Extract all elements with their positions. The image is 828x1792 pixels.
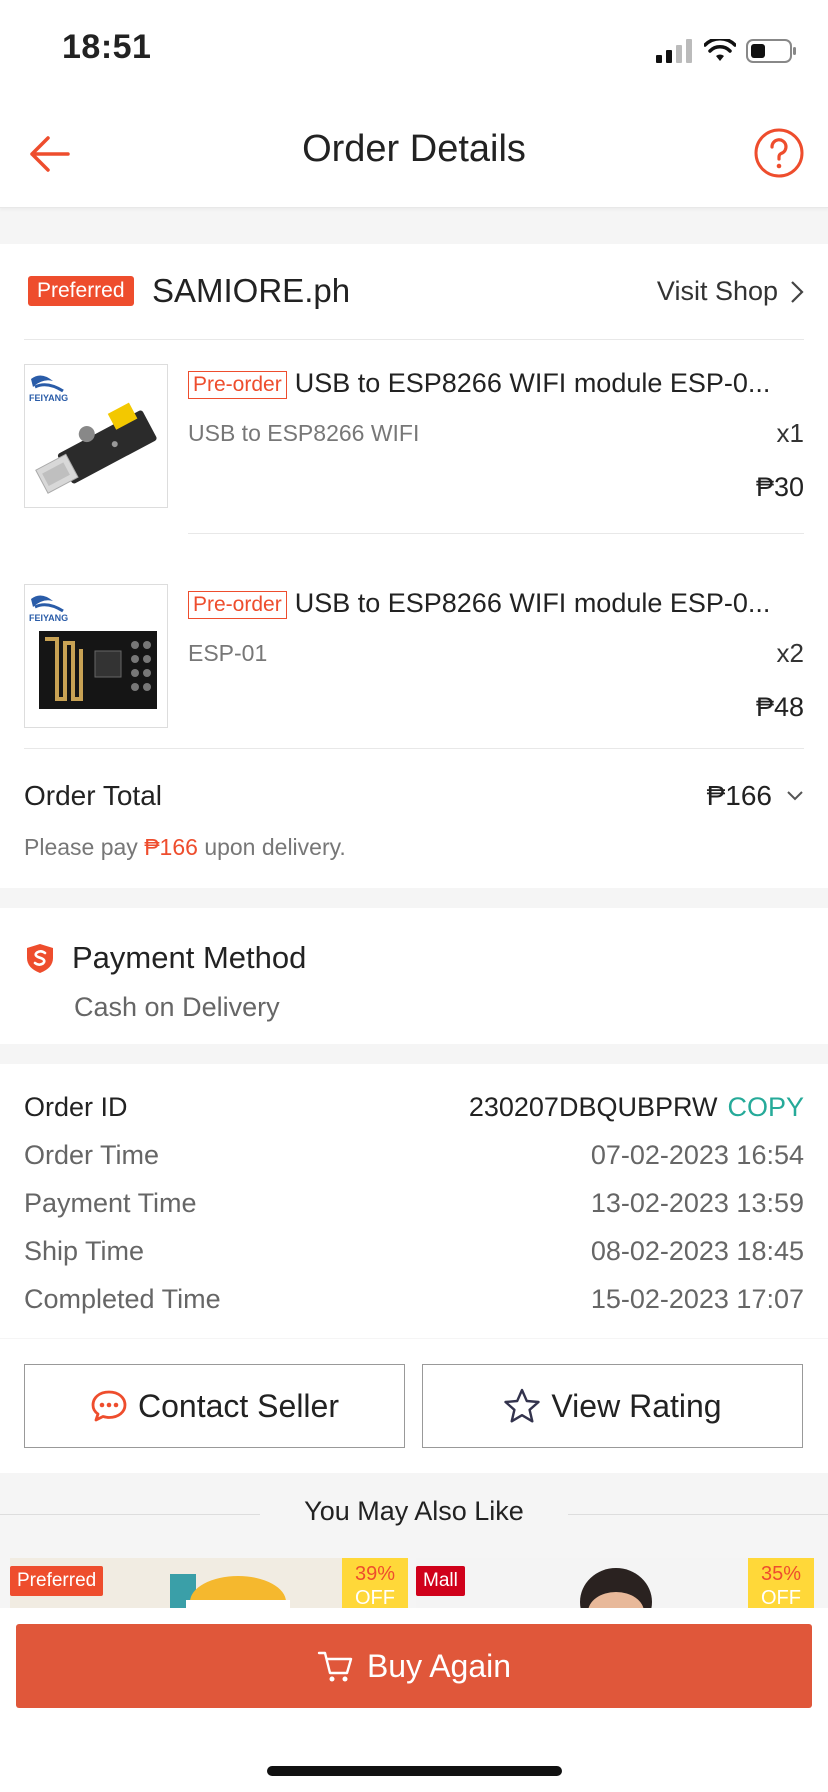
info-label: Payment Time	[24, 1188, 197, 1218]
order-id-value: 230207DBQUBPRW	[468, 1092, 718, 1122]
order-items-card: Preferred SAMIORE.ph Visit Shop FEIYANG	[0, 244, 828, 888]
cart-icon	[317, 1651, 353, 1682]
info-label: Completed Time	[24, 1284, 221, 1314]
payment-note-prefix: Please pay	[24, 834, 138, 860]
thumb-brand: FEIYANG	[29, 613, 68, 623]
divider	[24, 748, 804, 749]
item-title-row: Pre-order USB to ESP8266 WIFI module ESP-…	[188, 584, 804, 622]
item-info: Pre-order USB to ESP8266 WIFI module ESP-…	[188, 364, 804, 502]
order-info-card: Order ID 230207DBQUBPRW COPY Order Time 0…	[0, 1064, 828, 1338]
payment-method-value: Cash on Delivery	[74, 992, 280, 1022]
item-variant: ESP-01	[188, 640, 268, 666]
status-bar: 18:51	[0, 0, 828, 100]
discount-label: OFF	[761, 1587, 801, 1609]
payment-note-suffix: upon delivery.	[204, 834, 346, 860]
preorder-tag: Pre-order	[188, 590, 287, 619]
order-total-toggle[interactable]: ₱166	[707, 780, 804, 812]
chat-icon	[91, 1390, 127, 1422]
recommended-product[interactable]: Preferred 39% OFF	[10, 1558, 408, 1614]
chevron-down-icon	[787, 791, 803, 801]
battery-icon	[746, 39, 796, 63]
product-thumbnail: FEIYANG	[24, 584, 168, 728]
payment-method-card: Payment Method Cash on Delivery	[0, 908, 828, 1044]
view-rating-label: View Rating	[551, 1387, 722, 1424]
product-thumbnail: FEIYANG	[24, 364, 168, 508]
visit-shop-label: Visit Shop	[656, 276, 778, 306]
wifi-icon	[704, 39, 736, 61]
help-icon[interactable]	[752, 126, 806, 180]
discount-percent: 39%	[354, 1563, 396, 1585]
visit-shop-link[interactable]: Visit Shop	[657, 276, 804, 307]
item-price: ₱30	[755, 472, 804, 502]
item-title-row: Pre-order USB to ESP8266 WIFI module ESP-…	[188, 364, 804, 402]
item-title: USB to ESP8266 WIFI module ESP-0...	[294, 588, 771, 618]
completed-time-row: Completed Time 15-02-2023 17:07	[24, 1284, 804, 1324]
info-value: 15-02-2023 17:07	[590, 1284, 804, 1314]
discount-percent: 35%	[760, 1563, 802, 1585]
order-id-label: Order ID	[24, 1092, 128, 1122]
recommended-product[interactable]: Mall 35% OFF	[416, 1558, 814, 1614]
buy-again-label: Buy Again	[366, 1647, 512, 1684]
mall-badge: Mall	[416, 1566, 465, 1596]
signal-icon	[656, 39, 692, 63]
payment-time-row: Payment Time 13-02-2023 13:59	[24, 1188, 804, 1228]
discount-label: OFF	[355, 1587, 395, 1609]
payment-method-title: Payment Method	[72, 940, 307, 975]
order-item[interactable]: FEIYANG Pre-order USB to ESP8266 WIFI mod…	[24, 560, 804, 754]
item-variant: USB to ESP8266 WIFI	[188, 420, 420, 446]
order-total-value: ₱166	[706, 780, 772, 811]
view-rating-button[interactable]: View Rating	[422, 1364, 803, 1448]
order-id-group: 230207DBQUBPRW COPY	[469, 1092, 804, 1123]
star-icon	[504, 1388, 541, 1423]
order-time-row: Order Time 07-02-2023 16:54	[24, 1140, 804, 1180]
copy-button[interactable]: COPY	[727, 1092, 804, 1122]
contact-seller-label: Contact Seller	[138, 1387, 339, 1424]
nav-bar: Order Details	[0, 100, 828, 208]
item-quantity: x1	[776, 418, 804, 448]
order-total-label: Order Total	[24, 780, 162, 811]
preferred-badge: Preferred	[28, 276, 134, 306]
preorder-tag: Pre-order	[188, 370, 287, 399]
recommendations: You May Also Like Preferred 39% OFF Mall…	[0, 1474, 828, 1614]
buy-again-button[interactable]: Buy Again	[16, 1624, 812, 1708]
shield-icon	[27, 944, 53, 973]
discount-badge: 35% OFF	[748, 1558, 814, 1614]
payment-note: Please pay ₱166 upon delivery.	[24, 834, 346, 861]
info-value: 07-02-2023 16:54	[590, 1140, 804, 1170]
item-info: Pre-order USB to ESP8266 WIFI module ESP-…	[188, 584, 804, 722]
recommendations-title: You May Also Like	[304, 1496, 524, 1526]
contact-seller-button[interactable]: Contact Seller	[24, 1364, 405, 1448]
status-icons	[656, 36, 798, 66]
status-time: 18:51	[62, 28, 152, 66]
chevron-right-icon	[791, 280, 804, 303]
item-price: ₱48	[755, 692, 804, 722]
info-value: 13-02-2023 13:59	[590, 1188, 804, 1218]
payment-note-amount: ₱166	[144, 834, 198, 860]
page-title: Order Details	[302, 128, 526, 170]
discount-badge: 39% OFF	[342, 1558, 408, 1614]
thumb-brand: FEIYANG	[29, 393, 68, 403]
preferred-badge: Preferred	[10, 1566, 104, 1596]
order-id-row: Order ID 230207DBQUBPRW COPY	[24, 1092, 804, 1132]
order-item[interactable]: FEIYANG Pre-order USB to ESP8266 WIFI mod…	[24, 340, 804, 534]
divider	[188, 533, 804, 534]
shop-header[interactable]: Preferred SAMIORE.ph Visit Shop	[24, 244, 804, 340]
home-indicator	[267, 1766, 562, 1776]
bottom-bar: Buy Again	[0, 1608, 828, 1792]
info-label: Order Time	[24, 1140, 160, 1170]
ship-time-row: Ship Time 08-02-2023 18:45	[24, 1236, 804, 1276]
info-label: Ship Time	[24, 1236, 145, 1266]
info-value: 08-02-2023 18:45	[590, 1236, 804, 1266]
shop-name: SAMIORE.ph	[152, 272, 351, 309]
item-quantity: x2	[776, 638, 804, 668]
item-title: USB to ESP8266 WIFI module ESP-0...	[294, 368, 771, 398]
